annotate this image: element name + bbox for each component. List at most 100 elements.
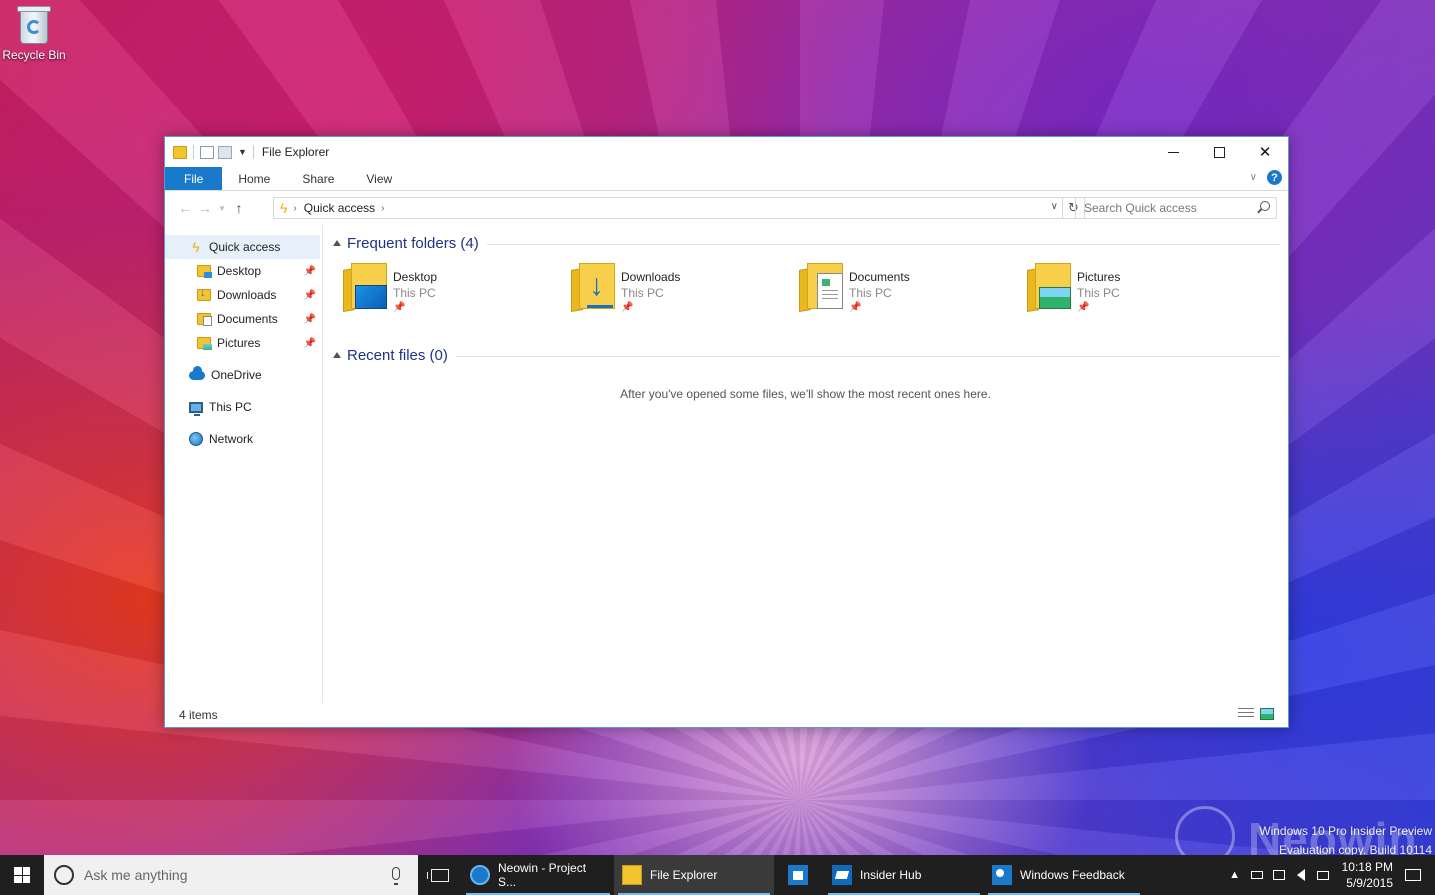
pin-icon: 📌: [393, 302, 406, 313]
taskbar: Neowin - Project S... File Explorer Insi…: [0, 855, 1435, 895]
nav-item-this-pc[interactable]: This PC: [165, 395, 322, 419]
pin-icon[interactable]: 📌: [304, 338, 316, 349]
cortana-ring-icon: [54, 865, 74, 885]
recycle-bin-icon: [17, 4, 51, 44]
customize-toolbar-chevron-icon[interactable]: ▼: [238, 147, 247, 157]
clock[interactable]: 10:18 PM 5/9/2015: [1342, 859, 1393, 891]
quick-access-toolbar: ▼: [165, 145, 256, 159]
folder-tile-downloads[interactable]: ↓ Downloads This PC 📌: [571, 263, 799, 337]
frequent-folders-header[interactable]: Frequent folders (4): [331, 233, 1280, 253]
title-bar[interactable]: ▼ File Explorer ✕: [165, 137, 1288, 167]
minimize-button[interactable]: [1150, 137, 1196, 167]
collapse-triangle-icon[interactable]: [333, 352, 341, 358]
system-tray: ▲ 10:18 PM 5/9/2015: [1224, 855, 1435, 895]
taskbar-item-insider-hub[interactable]: Insider Hub: [824, 855, 984, 895]
quick-access-bolt-icon: ϟ: [280, 200, 288, 216]
volume-icon[interactable]: [1296, 869, 1305, 881]
section-title: Frequent folders (4): [347, 234, 479, 252]
quick-access-bolt-icon: ϟ: [192, 239, 200, 255]
store-icon: [788, 865, 808, 885]
new-folder-icon[interactable]: [218, 145, 232, 159]
recent-files-empty-message: After you've opened some files, we'll sh…: [620, 387, 991, 401]
documents-folder-icon: [799, 263, 845, 313]
file-explorer-window: ▼ File Explorer ✕ File Home Share View ∨…: [164, 136, 1289, 728]
windows-feedback-icon: [992, 865, 1012, 885]
tab-home[interactable]: Home: [222, 167, 286, 190]
status-bar: 4 items: [165, 703, 1288, 727]
windows-logo-icon: [14, 867, 30, 883]
close-icon: ✕: [1258, 144, 1272, 161]
large-icons-view-icon[interactable]: [1260, 708, 1274, 720]
search-icon: [1260, 201, 1270, 211]
insider-hub-icon: [832, 865, 852, 885]
folder-tile-documents[interactable]: Documents This PC 📌: [799, 263, 1027, 337]
nav-item-onedrive[interactable]: OneDrive: [165, 363, 322, 387]
network-status-icon[interactable]: [1272, 870, 1285, 880]
action-center-icon[interactable]: [1405, 869, 1421, 881]
microphone-icon[interactable]: [392, 867, 400, 885]
app-folder-icon: [173, 145, 187, 159]
task-view-icon: [427, 868, 449, 882]
details-view-icon[interactable]: [1238, 708, 1254, 720]
section-title: Recent files (0): [347, 346, 448, 364]
recent-files-header[interactable]: Recent files (0): [331, 345, 1280, 365]
maximize-button[interactable]: [1196, 137, 1242, 167]
collapse-triangle-icon[interactable]: [333, 240, 341, 246]
item-count: 4 items: [179, 708, 218, 722]
pin-icon[interactable]: 📌: [304, 290, 316, 301]
taskbar-item-neowin[interactable]: Neowin - Project S...: [462, 855, 614, 895]
expand-ribbon-chevron-icon[interactable]: ∨: [1250, 172, 1257, 183]
taskbar-item-windows-feedback[interactable]: Windows Feedback: [984, 855, 1144, 895]
task-view-button[interactable]: [418, 855, 462, 895]
computer-icon: [189, 401, 203, 416]
network-icon: [189, 432, 203, 446]
navigation-bar: ← → ▼ ↑ ϟ › Quick access › ∨ ↻: [165, 191, 1288, 225]
cortana-search-input[interactable]: [84, 867, 324, 883]
desktop-folder-icon: [343, 263, 389, 313]
recent-locations-chevron-icon[interactable]: ▼: [215, 204, 229, 213]
desktop-folder-icon: [197, 265, 212, 278]
pin-icon[interactable]: 📌: [304, 266, 316, 277]
taskbar-item-file-explorer[interactable]: File Explorer: [614, 855, 774, 895]
help-icon[interactable]: ?: [1267, 170, 1282, 185]
start-button[interactable]: [0, 855, 44, 895]
breadcrumb-quick-access[interactable]: Quick access: [304, 201, 375, 215]
minimize-icon: [1167, 151, 1179, 153]
nav-item-desktop[interactable]: Desktop 📌: [165, 259, 322, 283]
nav-item-network[interactable]: Network: [165, 427, 322, 451]
forward-button[interactable]: →: [195, 200, 215, 216]
desktop-icon-label: Recycle Bin: [2, 48, 66, 62]
tab-share[interactable]: Share: [286, 167, 350, 190]
folder-tile-pictures[interactable]: Pictures This PC 📌: [1027, 263, 1255, 337]
nav-item-downloads[interactable]: Downloads 📌: [165, 283, 322, 307]
cortana-search-box[interactable]: [44, 855, 418, 895]
pin-icon[interactable]: 📌: [304, 314, 316, 325]
tab-view[interactable]: View: [350, 167, 408, 190]
show-hidden-icons-chevron-icon[interactable]: ▲: [1229, 869, 1241, 881]
breadcrumb-chevron-icon[interactable]: ›: [381, 203, 384, 214]
documents-folder-icon: [197, 313, 212, 326]
address-bar[interactable]: ϟ › Quick access › ∨: [273, 197, 1063, 219]
address-history-chevron-icon[interactable]: ∨: [1051, 201, 1058, 212]
up-button[interactable]: ↑: [229, 200, 249, 216]
internet-explorer-icon: [470, 865, 490, 885]
taskbar-item-store[interactable]: [774, 855, 824, 895]
search-box[interactable]: [1075, 197, 1277, 219]
breadcrumb-chevron-icon[interactable]: ›: [293, 203, 296, 214]
pictures-folder-icon: [197, 337, 212, 350]
keyboard-icon[interactable]: [1316, 870, 1329, 880]
desktop-icon-recycle-bin[interactable]: Recycle Bin: [2, 4, 66, 62]
search-input[interactable]: [1084, 201, 1254, 215]
nav-item-documents[interactable]: Documents 📌: [165, 307, 322, 331]
tab-file[interactable]: File: [165, 167, 223, 190]
close-button[interactable]: ✕: [1242, 137, 1288, 167]
window-title: File Explorer: [261, 145, 330, 159]
back-button[interactable]: ←: [175, 200, 195, 216]
file-explorer-icon: [622, 865, 642, 885]
nav-item-pictures[interactable]: Pictures 📌: [165, 331, 322, 355]
pictures-folder-icon: [1027, 263, 1073, 313]
folder-tile-desktop[interactable]: Desktop This PC 📌: [343, 263, 571, 337]
battery-icon[interactable]: [1250, 871, 1263, 879]
nav-item-quick-access[interactable]: ϟ Quick access: [165, 235, 320, 259]
properties-icon[interactable]: [200, 145, 214, 159]
